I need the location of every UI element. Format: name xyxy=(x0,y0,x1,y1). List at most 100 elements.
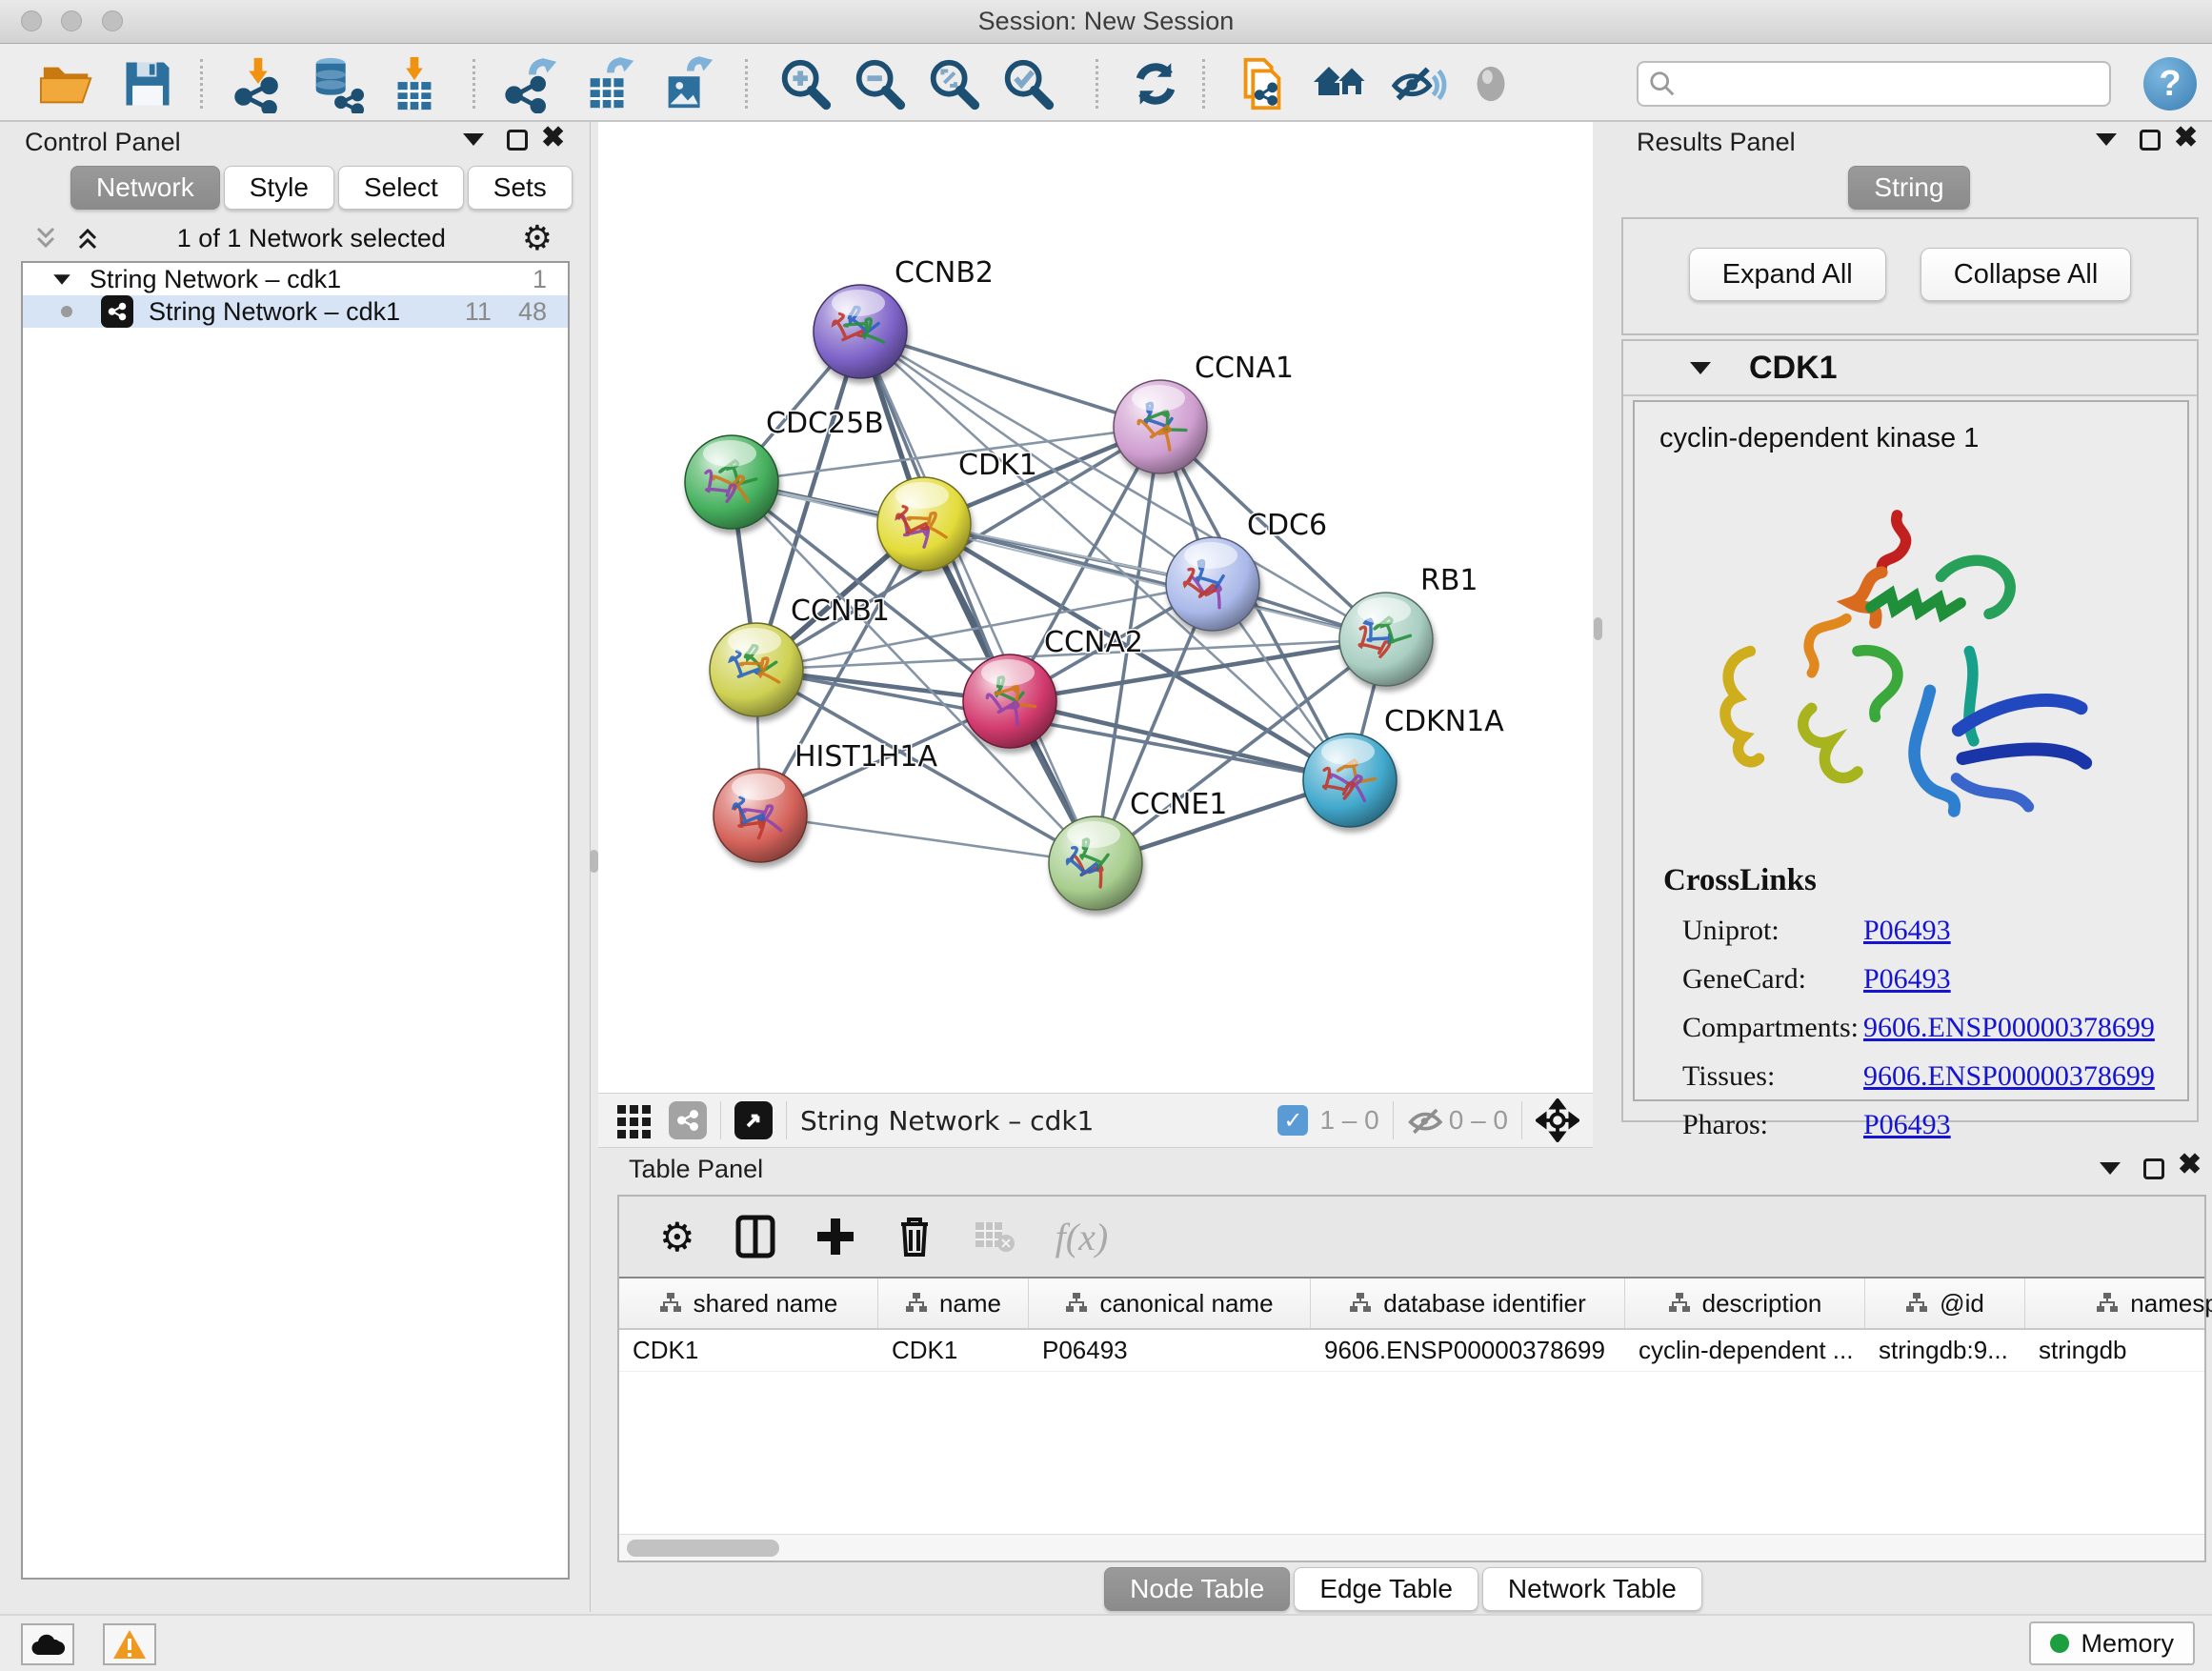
export-table-button[interactable] xyxy=(577,52,640,115)
node-CCNB2[interactable]: CCNB2 xyxy=(814,256,994,378)
zoom-window-icon[interactable] xyxy=(102,10,123,31)
tab-style[interactable]: Style xyxy=(224,166,334,210)
table-options-gear-icon[interactable]: ⚙ xyxy=(659,1214,695,1260)
float-panel-icon[interactable] xyxy=(507,130,528,151)
show-columns-icon[interactable] xyxy=(735,1215,775,1258)
node-RB1[interactable]: RB1 xyxy=(1339,564,1478,686)
column-header-shared-name[interactable]: shared name xyxy=(619,1278,878,1328)
duplicate-network-button[interactable] xyxy=(1231,52,1294,115)
table-cell[interactable]: CDK1 xyxy=(619,1330,878,1371)
network-share-icon[interactable] xyxy=(669,1101,707,1139)
node-CCNE1[interactable]: CCNE1 xyxy=(1049,788,1227,910)
collapse-panel-icon[interactable] xyxy=(463,133,484,146)
table-cell[interactable]: 9606.ENSP00000378699 xyxy=(1311,1330,1625,1371)
hidden-eye-icon[interactable] xyxy=(1407,1103,1449,1137)
node-CDKN1A[interactable]: CDKN1A xyxy=(1303,705,1504,827)
left-splitter-handle[interactable] xyxy=(590,850,598,873)
table-cell[interactable]: CDK1 xyxy=(878,1330,1029,1371)
table-hscrollbar[interactable] xyxy=(619,1534,2204,1560)
tab-edge-table[interactable]: Edge Table xyxy=(1294,1567,1478,1611)
export-network-button[interactable] xyxy=(499,52,562,115)
tree-expander-icon[interactable] xyxy=(53,274,70,284)
tab-network-table[interactable]: Network Table xyxy=(1482,1567,1702,1611)
crosslink-link[interactable]: P06493 xyxy=(1863,1109,1951,1141)
table-cell[interactable]: stringdb xyxy=(2025,1330,2212,1371)
node-CCNB1[interactable]: CCNB1 xyxy=(710,594,890,716)
delete-table-icon[interactable] xyxy=(974,1218,1016,1255)
birdseye-view-icon[interactable] xyxy=(734,1101,773,1139)
zoom-out-button[interactable] xyxy=(848,52,911,115)
crosslink-link[interactable]: P06493 xyxy=(1863,963,1951,996)
export-image-button[interactable] xyxy=(655,52,718,115)
network-row[interactable]: String Network – cdk1 11 48 xyxy=(23,295,568,328)
table-cell[interactable]: stringdb:9... xyxy=(1865,1330,2025,1371)
close-panel-icon[interactable]: ✖ xyxy=(2178,1155,2202,1176)
collapse-all-icon[interactable] xyxy=(32,225,59,252)
pan-crosshair-icon[interactable] xyxy=(1536,1098,1579,1142)
zoom-fit-button[interactable] xyxy=(922,52,985,115)
network-collection-row[interactable]: String Network – cdk1 1 xyxy=(23,263,568,295)
column-header--id[interactable]: @id xyxy=(1865,1278,2025,1328)
tab-network[interactable]: Network xyxy=(70,166,220,210)
crosslink-link[interactable]: 9606.ENSP00000378699 xyxy=(1863,1060,2155,1093)
node-table[interactable]: shared namenamecanonical namedatabase id… xyxy=(619,1278,2204,1372)
edge-CCNB2-CCNE1[interactable] xyxy=(860,332,1096,863)
network-options-gear-icon[interactable]: ⚙ xyxy=(522,218,553,258)
table-row[interactable]: CDK1CDK1P064939606.ENSP00000378699cyclin… xyxy=(619,1330,2204,1372)
column-header-description[interactable]: description xyxy=(1625,1278,1865,1328)
save-session-button[interactable] xyxy=(116,52,179,115)
show-all-button[interactable] xyxy=(1309,52,1372,115)
close-panel-icon[interactable]: ✖ xyxy=(541,128,565,149)
search-input[interactable] xyxy=(1677,69,2086,100)
expand-all-button[interactable]: Expand All xyxy=(1689,248,1886,301)
column-header-namespace[interactable]: namespace xyxy=(2025,1278,2212,1328)
collapse-panel-icon[interactable] xyxy=(2100,1162,2121,1175)
grid-view-icon[interactable] xyxy=(615,1101,654,1139)
zoom-in-button[interactable] xyxy=(774,52,836,115)
gene-entry-header[interactable]: CDK1 xyxy=(1623,341,2197,396)
show-hidden-button[interactable] xyxy=(1459,52,1522,115)
delete-column-trash-icon[interactable] xyxy=(895,1215,934,1258)
memory-button[interactable]: Memory xyxy=(2029,1621,2195,1665)
import-network-button[interactable] xyxy=(227,52,290,115)
table-cell[interactable]: P06493 xyxy=(1029,1330,1311,1371)
close-window-icon[interactable] xyxy=(21,10,42,31)
network-graph[interactable]: CCNB2CCNA1CDC25BCDK1CDC6RB1CCNB1CCNA2CDK… xyxy=(598,122,1593,1093)
collapse-all-button[interactable]: Collapse All xyxy=(1920,248,2132,301)
column-header-canonical-name[interactable]: canonical name xyxy=(1029,1278,1311,1328)
warnings-button[interactable] xyxy=(103,1623,156,1665)
close-panel-icon[interactable]: ✖ xyxy=(2174,128,2198,149)
tab-select[interactable]: Select xyxy=(338,166,464,210)
tab-string[interactable]: String xyxy=(1848,166,1969,210)
tab-node-table[interactable]: Node Table xyxy=(1104,1567,1290,1611)
search-box[interactable] xyxy=(1637,61,2111,107)
import-table-button[interactable] xyxy=(383,52,446,115)
collapse-panel-icon[interactable] xyxy=(2096,133,2117,146)
crosslink-link[interactable]: 9606.ENSP00000378699 xyxy=(1863,1012,2155,1044)
edge-CCNA2-CDKN1A[interactable] xyxy=(1010,701,1350,780)
hide-selected-button[interactable] xyxy=(1387,52,1450,115)
right-splitter-handle[interactable] xyxy=(1594,617,1602,640)
help-button[interactable]: ? xyxy=(2143,57,2197,111)
import-network-from-database-button[interactable] xyxy=(305,52,368,115)
function-builder-icon[interactable]: f(x) xyxy=(1056,1215,1109,1259)
refresh-view-button[interactable] xyxy=(1124,52,1187,115)
table-hscrollbar-thumb[interactable] xyxy=(627,1540,779,1557)
column-header-name[interactable]: name xyxy=(878,1278,1029,1328)
table-cell[interactable]: cyclin-dependent ... xyxy=(1625,1330,1865,1371)
column-header-database-identifier[interactable]: database identifier xyxy=(1311,1278,1625,1328)
edge-CCNE1-HIST1H1A[interactable] xyxy=(760,815,1096,863)
open-session-button[interactable] xyxy=(36,52,99,115)
node-CCNA1[interactable]: CCNA1 xyxy=(1114,352,1294,473)
expand-all-icon[interactable] xyxy=(74,225,101,252)
float-panel-icon[interactable] xyxy=(2140,130,2161,151)
float-panel-icon[interactable] xyxy=(2143,1158,2164,1179)
table-header-row[interactable]: shared namenamecanonical namedatabase id… xyxy=(619,1278,2204,1330)
selected-checkbox-icon[interactable]: ✓ xyxy=(1277,1105,1308,1136)
node-CDK1[interactable]: CDK1 xyxy=(877,449,1037,571)
window-titlebar[interactable]: Session: New Session xyxy=(0,0,2212,44)
cloud-button[interactable] xyxy=(21,1623,74,1665)
zoom-selected-button[interactable] xyxy=(996,52,1059,115)
minimize-window-icon[interactable] xyxy=(61,10,82,31)
table-body[interactable]: CDK1CDK1P064939606.ENSP00000378699cyclin… xyxy=(619,1330,2204,1372)
